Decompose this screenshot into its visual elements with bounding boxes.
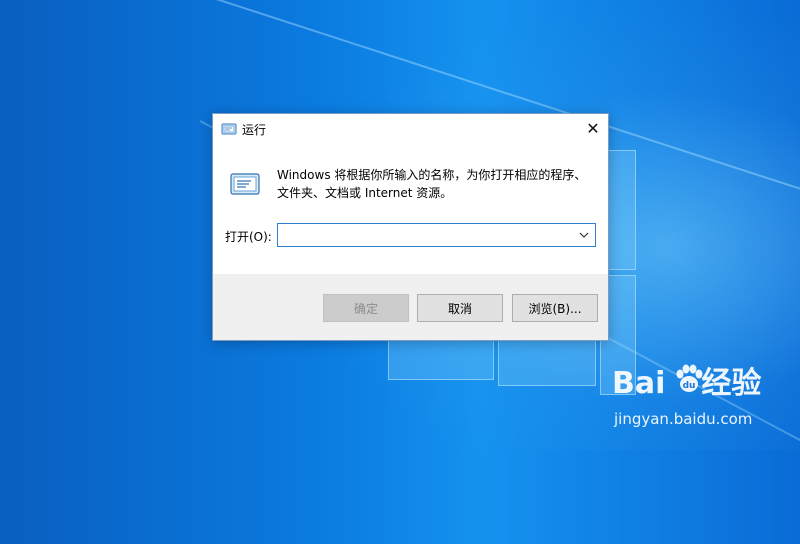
open-label: 打开(O): xyxy=(225,230,272,244)
browse-button[interactable]: 浏览(B)... xyxy=(512,294,598,322)
watermark-url: jingyan.baidu.com xyxy=(614,410,753,428)
ok-button[interactable]: 确定 xyxy=(323,294,409,322)
open-input[interactable] xyxy=(278,224,576,246)
watermark-brand-left: Bai xyxy=(612,366,666,401)
cancel-button[interactable]: 取消 xyxy=(417,294,503,322)
baidu-watermark: Bai 经验 du jingyan.baidu.com xyxy=(612,358,792,438)
title-bar[interactable]: 运行 ✕ xyxy=(213,114,608,144)
run-icon xyxy=(221,121,237,137)
open-combobox[interactable] xyxy=(277,223,596,247)
description-line: 文件夹、文档或 Internet 资源。 xyxy=(277,186,453,200)
run-dialog: 运行 ✕ Windows 将根据你所输入的名称，为你打开相应的程序、 文件夹、文… xyxy=(212,113,609,341)
run-icon xyxy=(229,168,261,200)
baidu-paw-icon: du xyxy=(672,362,706,396)
watermark-brand-right: 经验 xyxy=(701,366,762,401)
close-icon: ✕ xyxy=(586,119,600,138)
dialog-title: 运行 xyxy=(242,123,267,137)
description-line: Windows 将根据你所输入的名称，为你打开相应的程序、 xyxy=(277,168,587,182)
chevron-down-icon[interactable] xyxy=(575,227,593,243)
svg-text:du: du xyxy=(683,381,696,391)
dialog-description: Windows 将根据你所输入的名称，为你打开相应的程序、 文件夹、文档或 In… xyxy=(277,166,597,202)
windows-logo-pane xyxy=(388,340,494,380)
close-button[interactable]: ✕ xyxy=(578,114,608,144)
